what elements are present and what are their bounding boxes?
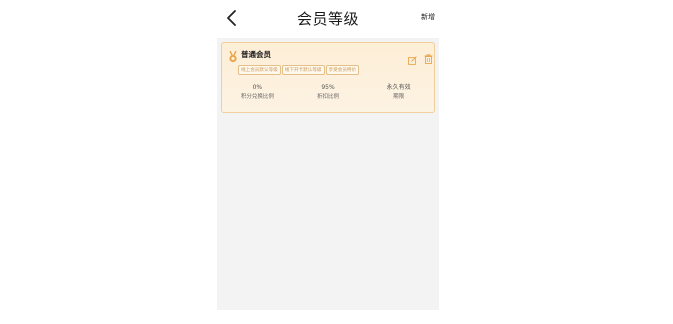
delete-icon[interactable] (424, 49, 433, 64)
nav-bar: 会员等级 新增 (217, 0, 439, 38)
tag-member-price: 享受会员特价 (325, 65, 360, 75)
stat-value: 0% (252, 84, 263, 91)
stat-label: 期限 (393, 94, 405, 100)
tag-offline-default: 线下开卡默认等级 (281, 65, 325, 75)
level-stats: 0% 积分兑换比例 95% 折扣比例 永久有效 期限 (222, 83, 434, 102)
tag-online-default: 线上会员默认等级 (238, 65, 281, 75)
stat-value: 95% (321, 84, 335, 91)
stat-validity: 永久有效 期限 (364, 83, 434, 102)
stat-label: 积分兑换比例 (240, 94, 274, 100)
stat-value: 永久有效 (386, 84, 411, 91)
stat-label: 折扣比例 (316, 94, 339, 100)
page-title: 会员等级 (296, 10, 359, 28)
level-card[interactable]: 普通会员 线上会员默认等级 线下开卡默认等级 享受会员特价 0% 积分兑换比例 (221, 42, 435, 113)
stat-points-ratio: 0% 积分兑换比例 (222, 83, 292, 102)
edit-icon[interactable] (408, 50, 417, 65)
add-button[interactable]: 新增 (421, 12, 435, 22)
medal-icon (228, 48, 238, 63)
level-tags: 线上会员默认等级 线下开卡默认等级 享受会员特价 (238, 65, 360, 75)
stat-discount-ratio: 95% 折扣比例 (293, 83, 363, 102)
phone-screen: 会员等级 新增 普通会员 线上会员默认等级 线下开卡默认等级 享受会员特价 0%… (217, 0, 439, 310)
level-name: 普通会员 (241, 50, 271, 59)
